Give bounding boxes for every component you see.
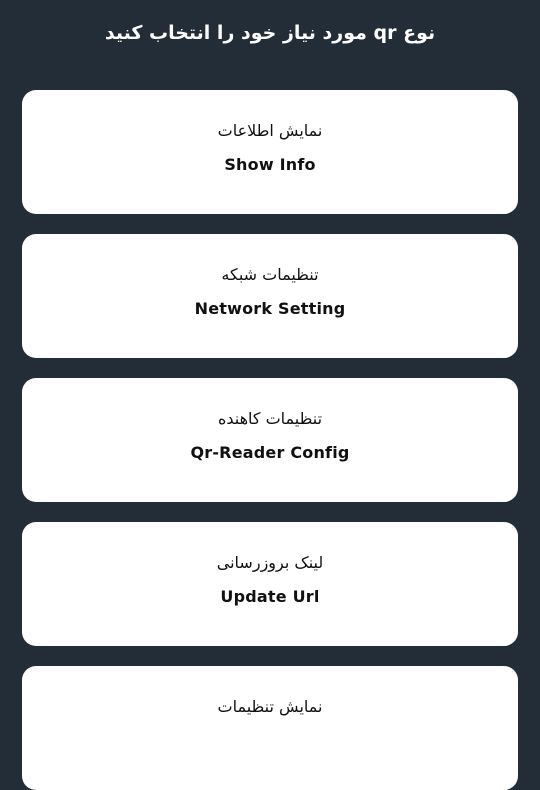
option-label-fa: تنظیمات کاهنده [217, 409, 323, 428]
option-label-en: Network Setting [194, 299, 346, 318]
option-card-show-info[interactable]: نمایش اطلاعات Show Info [22, 90, 518, 214]
option-label-fa: تنظیمات شبکه [221, 265, 319, 284]
option-label-fa: لینک بروزرسانی [216, 553, 324, 572]
option-label-en: Qr-Reader Config [190, 443, 350, 462]
option-label-en: Show Info [224, 155, 316, 174]
option-card-show-settings[interactable]: نمایش تنظیمات [22, 666, 518, 790]
option-label-fa: نمایش اطلاعات [217, 121, 323, 140]
option-card-update-url[interactable]: لینک بروزرسانی Update Url [22, 522, 518, 646]
option-card-qr-reader-config[interactable]: تنظیمات کاهنده Qr-Reader Config [22, 378, 518, 502]
option-label-fa: نمایش تنظیمات [217, 697, 323, 716]
option-card-network-setting[interactable]: تنظیمات شبکه Network Setting [22, 234, 518, 358]
page-header: نوع qr مورد نیاز خود را انتخاب کنید [0, 0, 540, 66]
option-label-en: Update Url [220, 587, 320, 606]
page-title: نوع qr مورد نیاز خود را انتخاب کنید [104, 22, 436, 44]
